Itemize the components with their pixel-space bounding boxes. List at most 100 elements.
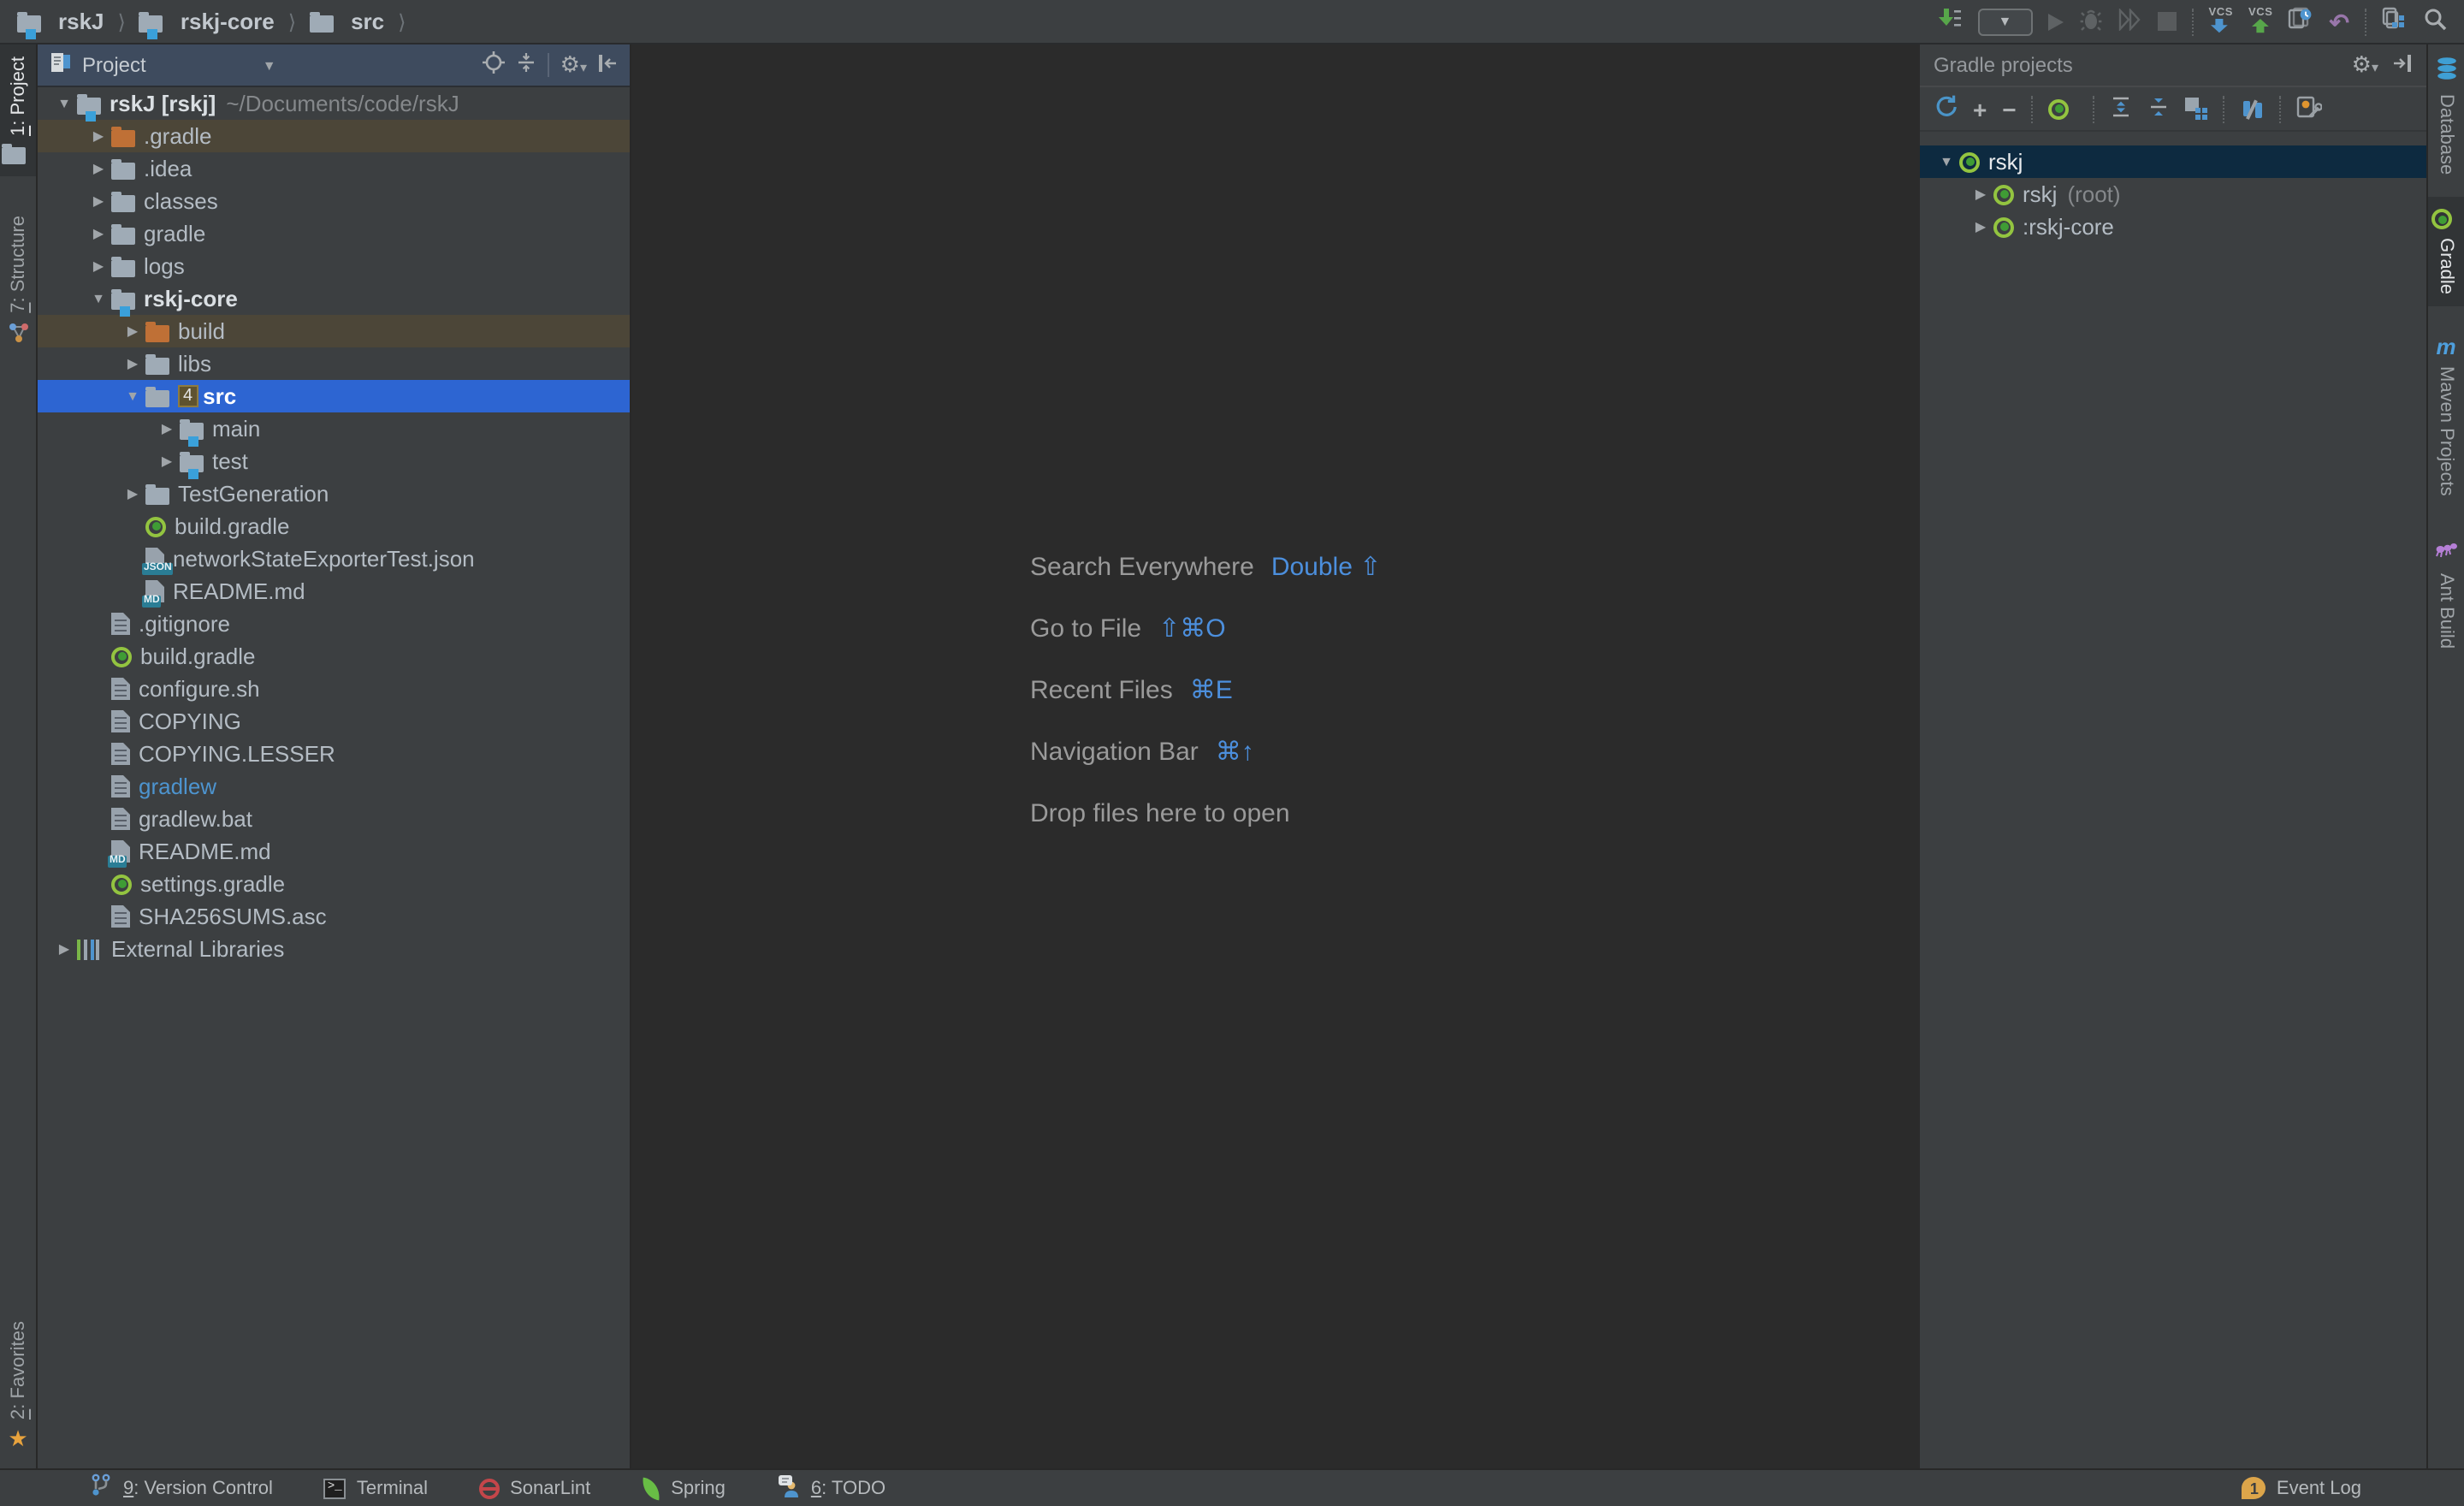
tool-tab-structure[interactable]: 7: Structure	[0, 205, 36, 362]
run-icon[interactable]	[2047, 13, 2063, 30]
tree-row[interactable]: rskJ [rskj] ~/Documents/code/rskJ	[38, 87, 630, 120]
attach-project-icon[interactable]: +	[1973, 97, 1987, 121]
chevron-right-icon: ⟩	[113, 9, 131, 33]
tree-row[interactable]: COPYING	[38, 705, 630, 738]
expand-arrow-icon[interactable]	[86, 193, 111, 209]
statusbar-spring[interactable]: Spring	[642, 1478, 726, 1498]
project-tree: rskJ [rskj] ~/Documents/code/rskJ .gradl…	[38, 87, 630, 965]
expand-arrow-icon[interactable]	[86, 291, 111, 306]
collapse-all-icon[interactable]	[2148, 95, 2171, 122]
tree-row[interactable]: test	[38, 445, 630, 477]
hide-panel-icon[interactable]	[2392, 52, 2413, 78]
debug-icon[interactable]	[2078, 8, 2102, 35]
group-modules-icon[interactable]	[2186, 98, 2208, 120]
tree-row[interactable]: build.gradle	[38, 510, 630, 543]
detach-project-icon[interactable]: −	[2002, 97, 2016, 121]
tree-row[interactable]: .gradle	[38, 120, 630, 152]
expand-arrow-icon[interactable]	[1968, 219, 1993, 234]
tree-row[interactable]: libs	[38, 347, 630, 380]
tool-tab-database[interactable]: Database	[2428, 44, 2464, 187]
tree-row[interactable]: MD README.md	[38, 575, 630, 608]
expand-arrow-icon[interactable]	[1934, 154, 1959, 169]
tree-row[interactable]: 4 src	[38, 380, 630, 412]
tree-row[interactable]: gradle	[38, 217, 630, 250]
expand-arrow-icon[interactable]	[86, 226, 111, 241]
expand-arrow-icon[interactable]	[1968, 187, 1993, 202]
tree-row[interactable]: TestGeneration	[38, 477, 630, 510]
expand-arrow-icon[interactable]	[120, 356, 145, 371]
tree-row[interactable]: rskj (root)	[1920, 178, 2426, 210]
statusbar-version-control[interactable]: 9: Version Control	[89, 1473, 273, 1503]
tree-row[interactable]: :rskj-core	[1920, 210, 2426, 243]
run-with-coverage-icon[interactable]	[2118, 8, 2141, 35]
tree-row[interactable]: build.gradle	[38, 640, 630, 673]
tree-row[interactable]: .idea	[38, 152, 630, 185]
expand-arrow-icon[interactable]	[120, 486, 145, 501]
tree-row-label: logs	[144, 253, 185, 279]
vcs-update-icon[interactable]: VCS	[2208, 9, 2233, 35]
breadcrumb-item-rskj[interactable]: rskJ	[17, 9, 104, 34]
gear-icon[interactable]: ⚙▾	[2352, 53, 2378, 77]
statusbar-terminal[interactable]: Terminal	[324, 1478, 428, 1498]
tree-row[interactable]: configure.sh	[38, 673, 630, 705]
editor-area[interactable]: Search EverywhereDouble ⇧ Go to File⇧⌘O …	[631, 44, 1920, 1468]
expand-arrow-icon[interactable]	[154, 421, 180, 436]
gear-icon[interactable]: ⚙▾	[560, 53, 587, 77]
file-type-icon	[111, 710, 130, 732]
recent-changes-icon[interactable]	[2289, 7, 2314, 36]
breadcrumb-item-src[interactable]: src	[310, 9, 384, 34]
project-structure-icon[interactable]	[2382, 7, 2408, 36]
expand-all-icon[interactable]	[2111, 95, 2133, 122]
tree-row[interactable]: classes	[38, 185, 630, 217]
offline-mode-icon[interactable]	[2241, 98, 2265, 119]
tree-row[interactable]: COPYING.LESSER	[38, 738, 630, 770]
tree-row[interactable]: SHA256SUMS.asc	[38, 900, 630, 933]
tree-row[interactable]: rskj	[1920, 145, 2426, 178]
gradle-settings-icon[interactable]	[2297, 95, 2323, 122]
expand-arrow-icon[interactable]	[51, 941, 77, 957]
tree-row[interactable]: build	[38, 315, 630, 347]
tree-row[interactable]: gradlew.bat	[38, 803, 630, 835]
tool-tab-gradle[interactable]: Gradle	[2428, 197, 2464, 306]
hide-panel-icon[interactable]	[597, 52, 618, 78]
run-gradle-task-icon[interactable]	[2049, 98, 2070, 119]
expand-arrow-icon[interactable]	[86, 161, 111, 176]
tree-row[interactable]: JSON networkStateExporterTest.json	[38, 543, 630, 575]
refresh-icon[interactable]	[1934, 94, 1958, 123]
rollback-icon[interactable]: ↶	[2330, 9, 2349, 33]
tree-row-label: rskJ [rskj]	[110, 91, 216, 116]
tree-row[interactable]: main	[38, 412, 630, 445]
tree-row[interactable]: .gitignore	[38, 608, 630, 640]
tree-row[interactable]: External Libraries	[38, 933, 630, 965]
tree-row[interactable]: MD README.md	[38, 835, 630, 868]
tree-row[interactable]: settings.gradle	[38, 868, 630, 900]
breadcrumb-item-rskj-core[interactable]: rskj-core	[139, 9, 275, 34]
stop-icon[interactable]	[2157, 12, 2176, 31]
hint-navigation-bar: Navigation Bar⌘↑	[1030, 720, 1381, 782]
tree-row[interactable]: gradlew	[38, 770, 630, 803]
statusbar-todo[interactable]: 6: TODO	[777, 1473, 886, 1503]
vcs-commit-icon[interactable]: VCS	[2248, 9, 2273, 35]
expand-arrow-icon[interactable]	[51, 96, 77, 111]
run-configuration-select[interactable]: ▼	[1977, 8, 2032, 35]
statusbar-sonarlint[interactable]: SonarLint	[479, 1478, 590, 1498]
expand-arrow-icon[interactable]	[120, 323, 145, 339]
expand-arrow-icon[interactable]	[86, 258, 111, 274]
expand-arrow-icon[interactable]	[120, 388, 145, 404]
search-everywhere-icon[interactable]	[2423, 7, 2447, 36]
update-project-icon[interactable]	[1936, 7, 1962, 36]
tree-row-label: networkStateExporterTest.json	[173, 546, 475, 572]
collapse-all-icon[interactable]	[516, 51, 538, 79]
chevron-down-icon[interactable]: ▼	[263, 57, 276, 73]
statusbar-event-log[interactable]: 1 Event Log	[2242, 1477, 2361, 1499]
tool-tab-ant[interactable]: Ant Build	[2428, 525, 2464, 661]
expand-arrow-icon[interactable]	[86, 128, 111, 144]
tree-row[interactable]: logs	[38, 250, 630, 282]
locate-file-icon[interactable]	[483, 51, 506, 79]
tool-tab-maven[interactable]: m Maven Projects	[2428, 323, 2464, 508]
expand-arrow-icon[interactable]	[154, 454, 180, 469]
tool-tab-favorites[interactable]: 2: Favorites ★	[0, 1308, 36, 1462]
hint-search-everywhere: Search EverywhereDouble ⇧	[1030, 536, 1381, 597]
tool-tab-project[interactable]: 1: Project	[0, 44, 36, 177]
tree-row[interactable]: rskj-core	[38, 282, 630, 315]
